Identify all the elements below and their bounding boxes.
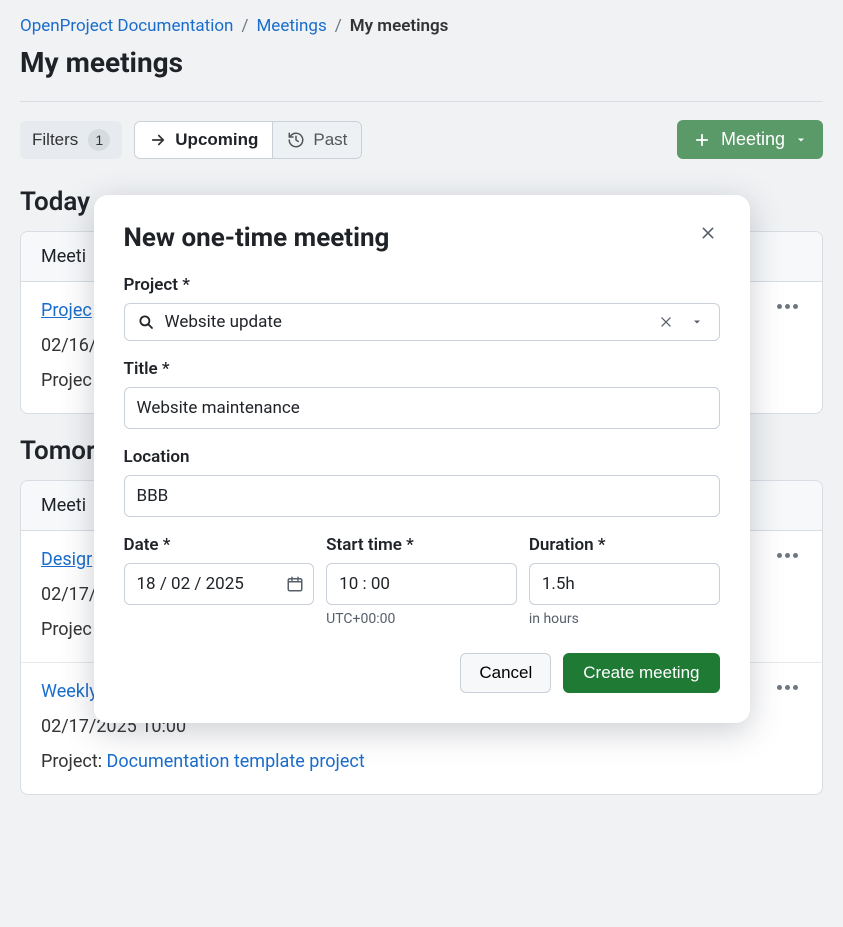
location-label: Location xyxy=(124,447,720,467)
meeting-actions-menu[interactable] xyxy=(773,681,802,694)
cancel-button[interactable]: Cancel xyxy=(460,653,551,693)
modal-title: New one-time meeting xyxy=(124,223,390,253)
date-input[interactable] xyxy=(124,563,315,605)
page-title: My meetings xyxy=(20,46,823,79)
duration-input[interactable] xyxy=(529,563,720,605)
meeting-link[interactable]: Desigr xyxy=(41,549,92,570)
view-segment: Upcoming Past xyxy=(134,121,362,159)
start-time-label: Start time * xyxy=(326,535,517,555)
tab-upcoming-label: Upcoming xyxy=(175,130,258,150)
date-label: Date * xyxy=(124,535,315,555)
location-input[interactable] xyxy=(124,475,720,517)
meeting-actions-menu[interactable] xyxy=(773,300,802,313)
duration-label: Duration * xyxy=(529,535,720,555)
new-meeting-label: Meeting xyxy=(721,129,785,150)
new-meeting-modal: New one-time meeting Project * Website u… xyxy=(94,195,750,723)
modal-close-button[interactable] xyxy=(696,223,720,243)
project-clear[interactable] xyxy=(655,315,677,329)
caret-down-icon xyxy=(795,134,807,146)
meeting-project-label: Projec xyxy=(41,619,92,640)
meeting-project-label: Project: xyxy=(41,751,102,772)
x-icon xyxy=(659,315,673,329)
tab-upcoming[interactable]: Upcoming xyxy=(134,121,273,159)
divider xyxy=(20,101,823,102)
project-label: Project * xyxy=(124,275,720,295)
project-select[interactable]: Website update xyxy=(124,303,720,341)
title-input[interactable] xyxy=(124,387,720,429)
project-dropdown-toggle[interactable] xyxy=(687,316,707,328)
breadcrumb-meetings[interactable]: Meetings xyxy=(256,16,326,36)
arrow-right-icon xyxy=(149,131,167,149)
breadcrumb-sep: / xyxy=(241,16,248,36)
toolbar: Filters 1 Upcoming Past Meeting xyxy=(20,120,823,159)
search-icon xyxy=(137,313,155,331)
filters-count-badge: 1 xyxy=(88,129,110,151)
caret-down-icon xyxy=(691,316,703,328)
create-meeting-button[interactable]: Create meeting xyxy=(563,653,719,693)
duration-helper: in hours xyxy=(529,611,720,627)
project-value: Website update xyxy=(165,312,645,332)
filters-label: Filters xyxy=(32,130,78,150)
meeting-project-label: Projec xyxy=(41,370,92,391)
breadcrumb-root[interactable]: OpenProject Documentation xyxy=(20,16,233,36)
breadcrumb-current: My meetings xyxy=(350,16,449,36)
close-icon xyxy=(700,225,716,241)
meeting-link[interactable]: Projec xyxy=(41,300,92,321)
breadcrumb: OpenProject Documentation / Meetings / M… xyxy=(20,16,823,36)
tab-past[interactable]: Past xyxy=(273,121,362,159)
plus-icon xyxy=(693,131,711,149)
title-label: Title * xyxy=(124,359,720,379)
tab-past-label: Past xyxy=(313,130,347,150)
new-meeting-button[interactable]: Meeting xyxy=(677,120,823,159)
breadcrumb-sep: / xyxy=(335,16,342,36)
meeting-project-link[interactable]: Documentation template project xyxy=(107,751,365,772)
start-time-input[interactable] xyxy=(326,563,517,605)
filters-button[interactable]: Filters 1 xyxy=(20,121,122,159)
history-icon xyxy=(287,131,305,149)
start-time-helper: UTC+00:00 xyxy=(326,611,517,627)
meeting-actions-menu[interactable] xyxy=(773,549,802,562)
